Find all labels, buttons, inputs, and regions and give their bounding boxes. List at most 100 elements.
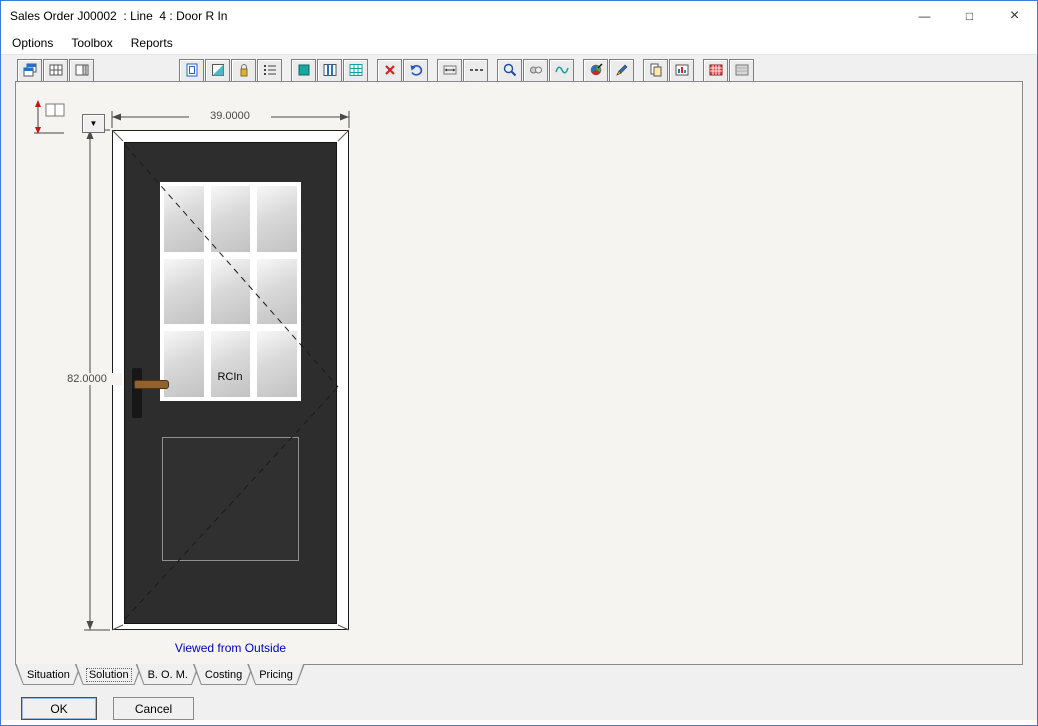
width-dimension: 39.0000 [189, 110, 271, 122]
gears-icon [528, 62, 544, 78]
window-title: Sales Order J00002 : Line 4 : Door R In [1, 9, 227, 23]
menu-bar: Options Toolbox Reports [1, 31, 1037, 54]
grid-pattern-icon [348, 62, 364, 78]
undo-button[interactable] [403, 59, 428, 82]
gray-panel-icon [734, 62, 750, 78]
glass-spec-label: RCIn [210, 371, 250, 383]
mullion-layout-button[interactable] [317, 59, 342, 82]
glass-pane [164, 186, 204, 252]
menu-reports[interactable]: Reports [122, 34, 182, 52]
glass-pane [211, 331, 251, 397]
door-bottom-panel [162, 437, 299, 561]
menu-toolbox[interactable]: Toolbox [62, 34, 121, 52]
tab-situation[interactable]: Situation [15, 664, 82, 685]
split-window-button[interactable] [69, 59, 94, 82]
toolbar-group-output [643, 59, 695, 82]
image-chart-icon [674, 62, 690, 78]
dimension-style-icon [30, 98, 82, 138]
hardware-lock-icon [236, 62, 252, 78]
glass-pane [257, 331, 297, 397]
grid-window-icon [48, 62, 64, 78]
options-list-button[interactable] [257, 59, 282, 82]
cascade-windows-button[interactable] [17, 59, 42, 82]
maximize-button[interactable]: □ [947, 1, 992, 31]
chevron-down-icon: ▼ [90, 119, 98, 128]
color-wheel-button[interactable] [583, 59, 608, 82]
window-controls: — □ × [902, 1, 1037, 31]
color-fill-icon [296, 62, 312, 78]
toolbar-group-fill [291, 59, 369, 82]
dash-style-button[interactable] [463, 59, 488, 82]
frame-profile-icon [184, 62, 200, 78]
zoom-button[interactable] [497, 59, 522, 82]
glass-pane [211, 186, 251, 252]
pencil-tag-button[interactable] [609, 59, 634, 82]
dimension-style-widget: ▼ [30, 98, 110, 138]
wave-button[interactable] [549, 59, 574, 82]
dimension-grid-icon [442, 62, 458, 78]
hardware-lock-button[interactable] [231, 59, 256, 82]
app-window: Sales Order J00002 : Line 4 : Door R In … [0, 0, 1038, 726]
tab-label: Situation [27, 669, 70, 681]
grid-window-button[interactable] [43, 59, 68, 82]
glass-pane [164, 259, 204, 325]
glass-diagonal-icon [210, 62, 226, 78]
menu-options[interactable]: Options [3, 34, 62, 52]
toolbar-group-annotate [583, 59, 635, 82]
cascade-windows-icon [22, 62, 38, 78]
title-bar: Sales Order J00002 : Line 4 : Door R In … [1, 1, 1037, 31]
tab-bom[interactable]: B. O. M. [136, 664, 200, 685]
tab-label: Pricing [259, 669, 293, 681]
zoom-icon [502, 62, 518, 78]
gray-panel-button[interactable] [729, 59, 754, 82]
undo-icon [408, 62, 424, 78]
split-window-icon [74, 62, 90, 78]
tab-solution[interactable]: Solution [75, 664, 143, 685]
toolbar-group-windows [17, 59, 95, 82]
dimension-dropdown-button[interactable]: ▼ [82, 114, 105, 133]
bottom-strip [1, 720, 1037, 725]
dash-style-icon [468, 62, 484, 78]
delete-button[interactable] [377, 59, 402, 82]
frame-profile-button[interactable] [179, 59, 204, 82]
close-button[interactable]: × [992, 1, 1037, 31]
height-dimension: 82.0000 [52, 373, 122, 385]
tab-label: Costing [205, 669, 242, 681]
tab-pricing[interactable]: Pricing [247, 664, 305, 685]
tab-costing[interactable]: Costing [193, 664, 254, 685]
tab-label: Solution [87, 669, 131, 681]
toolbar-group-misc [703, 59, 755, 82]
glass-pane [211, 259, 251, 325]
toolbar-group-view [497, 59, 575, 82]
ok-button[interactable]: OK [21, 697, 97, 720]
glass-diagonal-button[interactable] [205, 59, 230, 82]
glass-pane [257, 259, 297, 325]
copy-icon [648, 62, 664, 78]
drawing-canvas[interactable]: ▼ RCIn [15, 81, 1023, 665]
options-list-icon [262, 62, 278, 78]
red-pattern-button[interactable] [703, 59, 728, 82]
grid-pattern-button[interactable] [343, 59, 368, 82]
red-pattern-icon [708, 62, 724, 78]
door-handle-plate [132, 368, 142, 418]
tab-label: B. O. M. [148, 669, 188, 681]
view-caption: Viewed from Outside [112, 641, 349, 655]
copy-button[interactable] [643, 59, 668, 82]
glass-pane [164, 331, 204, 397]
door-frame[interactable]: RCIn [112, 130, 349, 630]
dimension-grid-button[interactable] [437, 59, 462, 82]
gears-button[interactable] [523, 59, 548, 82]
glass-pane [257, 186, 297, 252]
minimize-button[interactable]: — [902, 1, 947, 31]
toolbar-group-edit [377, 59, 429, 82]
image-chart-button[interactable] [669, 59, 694, 82]
door-glass-grid [160, 182, 301, 401]
tab-bar: Situation Solution B. O. M. Costing Pric… [15, 664, 298, 685]
delete-icon [382, 62, 398, 78]
toolbar-group-design [179, 59, 283, 82]
door-handle-lever [134, 380, 169, 389]
wave-icon [554, 62, 570, 78]
cancel-button[interactable]: Cancel [113, 697, 194, 720]
color-fill-button[interactable] [291, 59, 316, 82]
toolbar-group-dimension [437, 59, 489, 82]
